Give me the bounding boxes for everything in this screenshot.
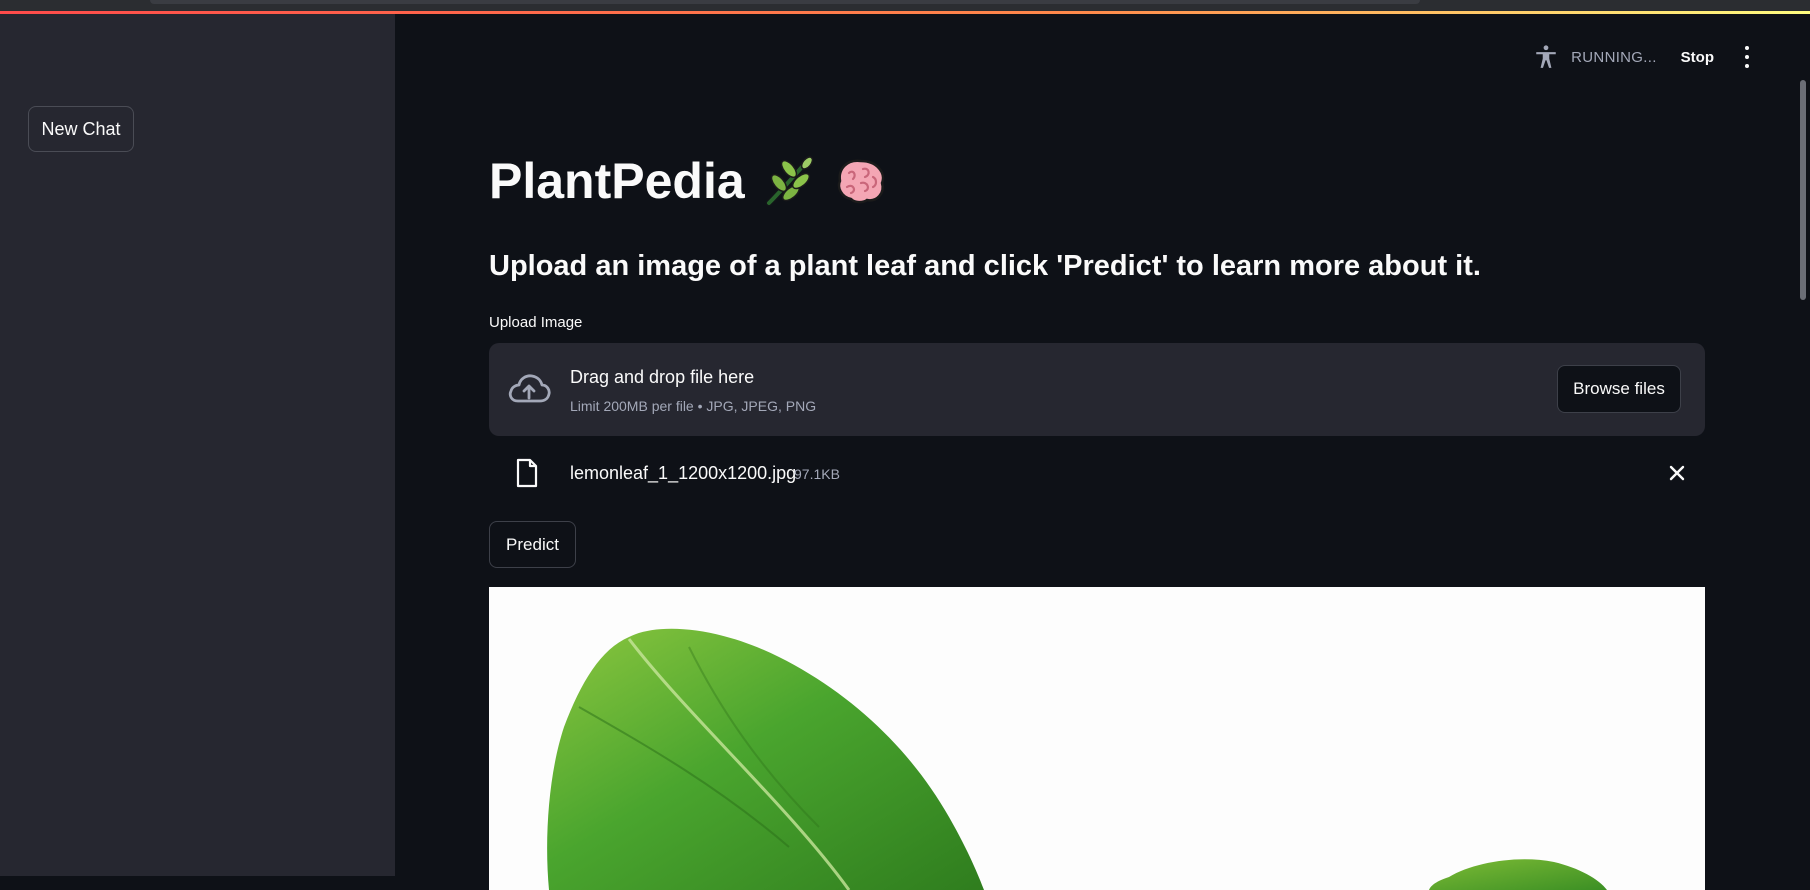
stop-button[interactable]: Stop [1681,49,1714,66]
page-title-text: PlantPedia [489,153,745,209]
close-icon[interactable] [1667,463,1687,483]
main-area: RUNNING... Stop PlantPedia Upload an ima… [395,14,1810,890]
sidebar: New Chat [0,14,395,876]
uploaded-leaf-image [489,587,1705,890]
scrollbar[interactable] [1800,80,1806,300]
upload-label: Upload Image [489,314,583,331]
running-status: RUNNING... [1571,48,1657,66]
uploaded-file-row: lemonleaf_1_1200x1200.jpg 97.1KB [489,454,1705,494]
dropzone-title: Drag and drop file here [570,367,755,387]
file-name: lemonleaf_1_1200x1200.jpg [570,463,797,483]
dropzone-limits: Limit 200MB per file • JPG, JPEG, PNG [570,398,817,414]
kebab-menu-icon[interactable] [1744,46,1750,68]
app-header-toolbar: RUNNING... Stop [1533,42,1750,72]
file-size: 97.1KB [794,466,840,482]
accessibility-running-icon [1536,45,1556,68]
predict-button[interactable]: Predict [489,521,576,568]
file-icon [516,458,538,488]
browser-top-strip [0,0,1810,14]
brain-emoji-icon [837,159,884,204]
page-subtitle: Upload an image of a plant leaf and clic… [489,250,1481,282]
browse-files-button[interactable]: Browse files [1557,365,1681,413]
browser-tab-strip [150,0,1420,4]
new-chat-button[interactable]: New Chat [28,106,134,152]
leaf-illustration [547,628,1607,890]
page-title: PlantPedia [489,152,889,210]
cloud-upload-icon [508,374,551,403]
herb-emoji-icon [765,155,813,207]
file-dropzone[interactable]: Drag and drop file here Limit 200MB per … [489,343,1705,436]
